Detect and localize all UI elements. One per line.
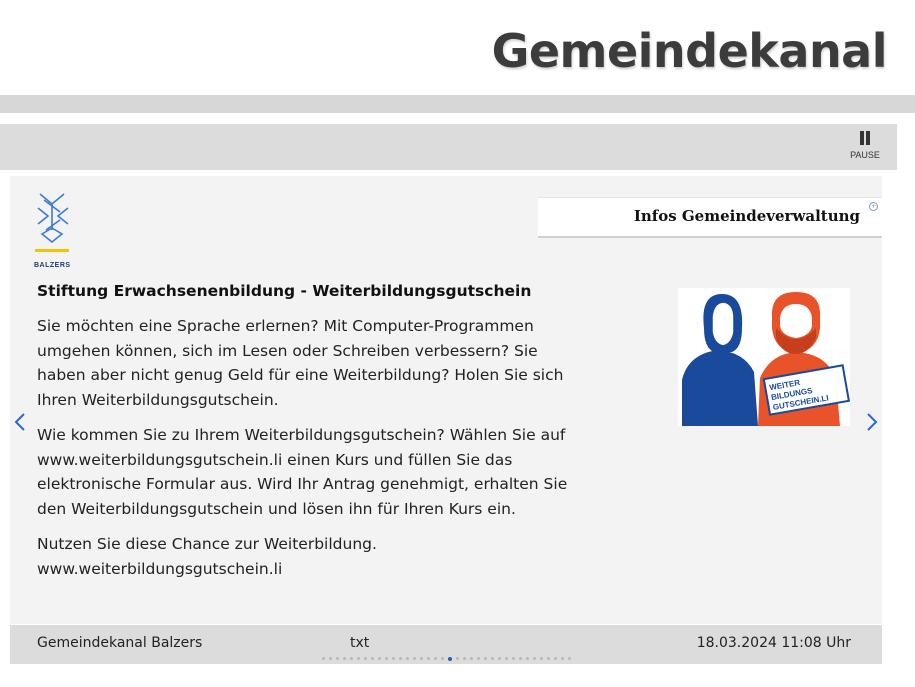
header-divider — [0, 95, 915, 113]
pagination-dot[interactable] — [519, 657, 522, 660]
article-title: Stiftung Erwachsenenbildung - Weiterbild… — [37, 282, 532, 300]
pagination-dot[interactable] — [547, 657, 550, 660]
promo-image: WEITER BILDUNGS GUTSCHEIN.LI — [678, 288, 850, 426]
pagination-dots — [322, 656, 571, 661]
pagination-dot[interactable] — [350, 657, 353, 660]
controls-bar: PAUSE — [0, 124, 897, 170]
pagination-dot[interactable] — [456, 657, 459, 660]
pagination-dot-active[interactable] — [448, 656, 452, 661]
chevron-left-icon — [14, 413, 25, 431]
pagination-dot[interactable] — [434, 657, 437, 660]
pause-icon — [858, 131, 872, 145]
pagination-dot[interactable] — [477, 657, 480, 660]
pagination-dot[interactable] — [413, 657, 416, 660]
balzers-logo: BALZERS — [34, 190, 72, 270]
pagination-dot[interactable] — [441, 657, 444, 660]
article-paragraph: Sie möchten eine Sprache erlernen? Mit C… — [37, 317, 564, 409]
pause-label: PAUSE — [850, 150, 880, 160]
pagination-dot[interactable] — [336, 657, 339, 660]
pagination-dot[interactable] — [399, 657, 402, 660]
footer-date: 18.03.2024 11:08 Uhr — [696, 635, 851, 651]
pagination-dot[interactable] — [568, 657, 571, 660]
chevron-right-icon — [867, 413, 878, 431]
pagination-dot[interactable] — [470, 657, 473, 660]
pagination-dot[interactable] — [357, 657, 360, 660]
pagination-dot[interactable] — [512, 657, 515, 660]
footer-source: Gemeindekanal Balzers — [37, 635, 203, 651]
channel-title: Gemeindekanal — [491, 24, 888, 78]
category-label: Infos Gemeindeverwaltung — [633, 207, 860, 225]
pagination-dot[interactable] — [427, 657, 430, 660]
category-header: Infos Gemeindeverwaltung + — [538, 198, 882, 238]
pagination-dot[interactable] — [498, 657, 501, 660]
pagination-dot[interactable] — [505, 657, 508, 660]
pagination-dot[interactable] — [484, 657, 487, 660]
next-slide-button[interactable] — [864, 412, 880, 432]
pagination-dot[interactable] — [533, 657, 536, 660]
article-paragraph: Wie kommen Sie zu Ihrem Weiterbildungsgu… — [37, 426, 568, 518]
pagination-dot[interactable] — [329, 657, 332, 660]
article: Stiftung Erwachsenenbildung - Weiterbild… — [37, 282, 577, 592]
pagination-dot[interactable] — [322, 657, 325, 660]
pagination-dot[interactable] — [378, 657, 381, 660]
pagination-dot[interactable] — [561, 657, 564, 660]
balzers-crest-icon — [35, 193, 69, 252]
footer-type: txt — [350, 635, 370, 651]
article-paragraph: Nutzen Sie diese Chance zur Weiterbildun… — [37, 535, 377, 578]
pagination-dot[interactable] — [526, 657, 529, 660]
pagination-dot[interactable] — [463, 657, 466, 660]
expand-icon[interactable]: + — [869, 202, 878, 211]
pagination-dot[interactable] — [371, 657, 374, 660]
pagination-dot[interactable] — [420, 657, 423, 660]
content-panel: BALZERS Infos Gemeindeverwaltung + Stift… — [10, 176, 882, 624]
pagination-dot[interactable] — [491, 657, 494, 660]
pagination-dot[interactable] — [385, 657, 388, 660]
pagination-dot[interactable] — [364, 657, 367, 660]
pagination-dot[interactable] — [406, 657, 409, 660]
previous-slide-button[interactable] — [12, 412, 28, 432]
pagination-dot[interactable] — [343, 657, 346, 660]
pagination-dot[interactable] — [392, 657, 395, 660]
logo-text: BALZERS — [34, 262, 71, 269]
pause-button[interactable]: PAUSE — [847, 131, 883, 167]
pagination-dot[interactable] — [540, 657, 543, 660]
pagination-dot[interactable] — [554, 657, 557, 660]
